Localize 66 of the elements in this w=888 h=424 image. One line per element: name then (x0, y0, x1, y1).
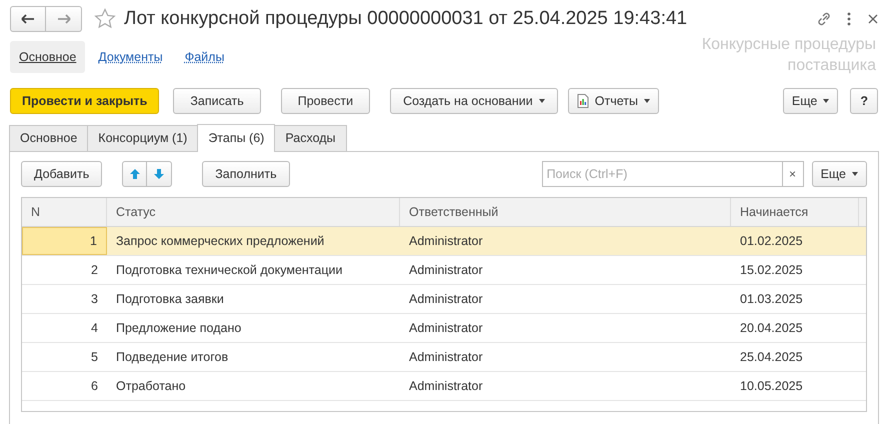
table-cell-text: Подготовка заявки (115, 290, 225, 308)
table-cell-text: Administrator (408, 290, 484, 308)
table-row[interactable]: 1 Запрос коммерческих предложений Administrator 01.02.2025 (22, 227, 866, 256)
more-options-icon[interactable] (846, 12, 852, 26)
move-down-button[interactable] (147, 161, 172, 187)
down-arrow-icon (153, 168, 166, 180)
form-tab[interactable]: Этапы (6) (197, 124, 276, 152)
form-tab[interactable]: Основное (9, 125, 88, 151)
table-cell-text: 5 (90, 348, 99, 366)
table-cell: 1 (22, 227, 107, 255)
table-row[interactable]: 5 Подведение итогов Administrator 25.04.2025 (22, 343, 866, 372)
close-icon[interactable] (868, 14, 878, 24)
table-cell-text: Administrator (408, 378, 484, 395)
more-button[interactable]: Еще (812, 161, 867, 187)
link-icon[interactable] (816, 11, 832, 27)
table-cell-text: 25.04.2025 (739, 348, 804, 366)
column-header: Статус (107, 198, 400, 226)
table-cell-text: 15.02.2025 (739, 262, 804, 279)
back-button[interactable] (10, 6, 46, 32)
table-cell-text: Administrator (408, 348, 484, 366)
table-row[interactable]: 4 Предложение подано Administrator 20.04.2025 (22, 314, 866, 343)
table-cell-text: Administrator (408, 232, 484, 250)
table-cell-text: Отработано (115, 378, 187, 395)
table-cell-text: 20.04.2025 (739, 320, 804, 337)
table-row[interactable]: 2 Подготовка технической документации Administrator 15.02.2025 (22, 256, 866, 285)
table-cell-text: Administrator (408, 262, 484, 279)
left-arrow-icon (21, 14, 35, 24)
report-icon (576, 94, 589, 108)
clear-search-button[interactable]: × (782, 161, 804, 187)
table-cell-text: Запрос коммерческих предложений (115, 232, 326, 250)
table-cell-text: 10.05.2025 (739, 378, 804, 395)
table-cell-text: 01.02.2025 (739, 232, 804, 250)
table-cell-text: Administrator (408, 320, 484, 337)
table-cell-text: 3 (90, 290, 99, 308)
right-arrow-icon (56, 14, 70, 24)
form-tab[interactable]: Расходы (274, 125, 347, 151)
nav-tab[interactable]: Файлы (176, 41, 234, 73)
column-header: Начинается (731, 198, 859, 226)
star-icon[interactable] (94, 8, 116, 30)
up-arrow-icon (128, 168, 141, 180)
table-cell-text: Подготовка технической документации (115, 262, 344, 279)
search-field[interactable]: Поиск (Ctrl+F) (542, 161, 782, 187)
action-button[interactable]: Провести (280, 88, 370, 114)
post-and-close-button[interactable]: Провести и закрыть (10, 88, 160, 114)
table-row[interactable]: 6 Отработано Administrator 10.05.2025 (22, 372, 866, 401)
table-cell-text: Предложение подано (115, 320, 242, 337)
window-title: Лот конкурсной процедуры 00000000031 от 25.04.2025 19:43:41 (124, 6, 688, 31)
move-up-button[interactable] (122, 161, 148, 187)
table-cell-text: 4 (90, 320, 99, 337)
add-button[interactable]: Добавить (21, 161, 102, 187)
table-cell-text: 01.03.2025 (739, 290, 804, 308)
table-row[interactable]: 3 Подготовка заявки Administrator 01.03.2025 (22, 285, 866, 314)
nav-tab[interactable]: Основное (10, 41, 86, 73)
fill-button[interactable]: Заполнить (202, 161, 290, 187)
nav-tab[interactable]: Документы (89, 41, 172, 73)
column-header: N (22, 198, 107, 226)
help-button[interactable]: ? (850, 88, 878, 114)
more-button[interactable]: Еще (782, 88, 838, 114)
table-cell-text: 6 (90, 378, 99, 395)
table-cell-text: Подведение итогов (115, 348, 230, 366)
dropdown-button[interactable]: Создать на основании (390, 88, 558, 114)
form-tab[interactable]: Консорциум (1) (87, 125, 198, 151)
action-button[interactable]: Записать (173, 88, 261, 114)
column-header: Ответственный (400, 198, 731, 226)
reports-button[interactable]: Отчеты (568, 88, 659, 114)
table-cell-text: 2 (90, 262, 99, 279)
